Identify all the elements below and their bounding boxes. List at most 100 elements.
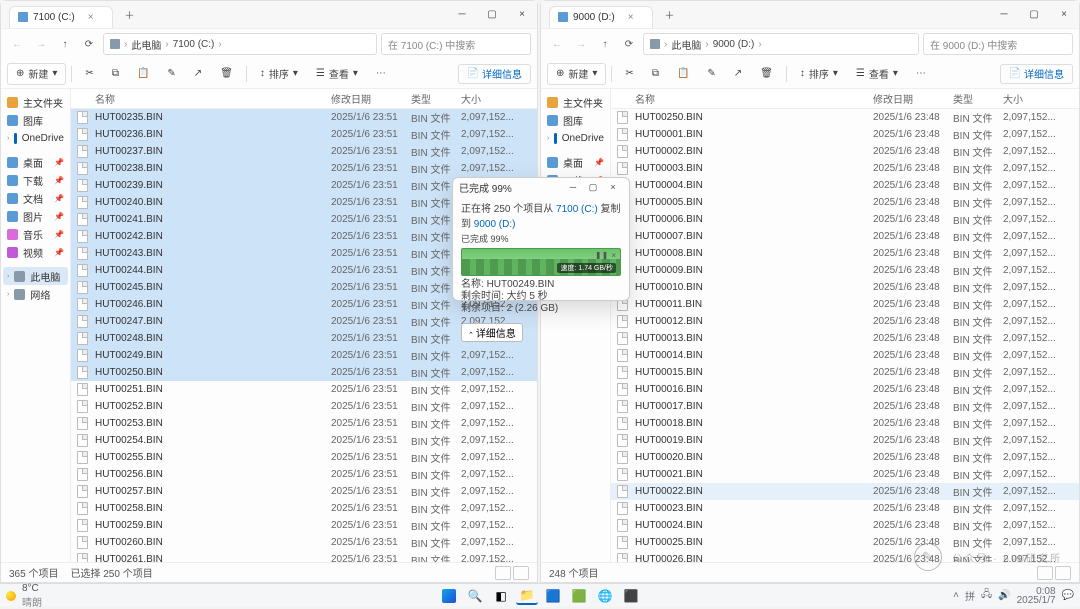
file-row[interactable]: HUT00008.BIN2025/1/6 23:48BIN 文件2,097,15… — [611, 245, 1079, 262]
file-row[interactable]: HUT00020.BIN2025/1/6 23:48BIN 文件2,097,15… — [611, 449, 1079, 466]
taskbar-app[interactable]: 🟦 — [542, 587, 564, 605]
file-row[interactable]: HUT00252.BIN2025/1/6 23:51BIN 文件2,097,15… — [71, 398, 537, 415]
tray-chevron-icon[interactable]: ˄ — [953, 590, 959, 601]
delete-button[interactable]: 🗑 — [752, 63, 781, 85]
file-row[interactable]: HUT00003.BIN2025/1/6 23:48BIN 文件2,097,15… — [611, 160, 1079, 177]
file-row[interactable]: HUT00235.BIN2025/1/6 23:51BIN 文件2,097,15… — [71, 109, 537, 126]
sidebar-item-desktop[interactable]: 桌面📌 — [3, 153, 68, 171]
rename-button[interactable]: ✎ — [699, 63, 723, 85]
file-row[interactable]: HUT00018.BIN2025/1/6 23:48BIN 文件2,097,15… — [611, 415, 1079, 432]
view-grid-icon[interactable] — [1055, 566, 1071, 580]
file-row[interactable]: HUT00002.BIN2025/1/6 23:48BIN 文件2,097,15… — [611, 143, 1079, 160]
file-row[interactable]: HUT00023.BIN2025/1/6 23:48BIN 文件2,097,15… — [611, 500, 1079, 517]
sidebar-item-home[interactable]: 主文件夹 — [3, 93, 68, 111]
close-button[interactable]: × — [1049, 1, 1079, 29]
taskbar-app[interactable]: ⬛ — [620, 587, 642, 605]
file-row[interactable]: HUT00250.BIN2025/1/6 23:48BIN 文件2,097,15… — [611, 109, 1079, 126]
cut-button[interactable]: ✂ — [617, 63, 641, 85]
minimize-button[interactable]: ─ — [447, 1, 477, 29]
view-button[interactable]: ☰查看▾ — [848, 63, 906, 85]
fewer-details-button[interactable]: ⌃ 详细信息 — [461, 323, 523, 342]
file-row[interactable]: HUT00012.BIN2025/1/6 23:48BIN 文件2,097,15… — [611, 313, 1079, 330]
view-grid-icon[interactable] — [513, 566, 529, 580]
file-row[interactable]: HUT00254.BIN2025/1/6 23:51BIN 文件2,097,15… — [71, 432, 537, 449]
file-row[interactable]: HUT00026.BIN2025/1/6 23:48BIN 文件2,097,15… — [611, 551, 1079, 562]
taskbar-explorer[interactable]: 📁 — [516, 587, 538, 605]
sidebar-item-downloads[interactable]: 下载📌 — [3, 171, 68, 189]
more-button[interactable]: ⋯ — [908, 63, 934, 85]
back-button[interactable]: ← — [7, 34, 27, 54]
maximize-button[interactable]: ▢ — [1019, 1, 1049, 29]
copy-button[interactable]: ⧉ — [104, 63, 127, 85]
rename-button[interactable]: ✎ — [159, 63, 183, 85]
new-tab-button[interactable]: ＋ — [659, 5, 681, 24]
details-pane-button[interactable]: 📄详细信息 — [1000, 64, 1073, 84]
crumb-drive[interactable]: 7100 (C:) — [173, 39, 215, 50]
tray-volume-icon[interactable]: 🔊 — [998, 590, 1010, 601]
share-button[interactable]: ↗ — [726, 63, 750, 85]
sidebar-item-onedrive[interactable]: ›OneDrive — [543, 129, 608, 147]
sidebar-item-network[interactable]: ›网络 — [3, 285, 68, 303]
file-row[interactable]: HUT00011.BIN2025/1/6 23:48BIN 文件2,097,15… — [611, 296, 1079, 313]
file-row[interactable]: HUT00021.BIN2025/1/6 23:48BIN 文件2,097,15… — [611, 466, 1079, 483]
notifications-button[interactable]: 💬 — [1062, 590, 1074, 601]
sidebar-item-thispc[interactable]: ›此电脑 — [3, 267, 68, 285]
file-row[interactable]: HUT00017.BIN2025/1/6 23:48BIN 文件2,097,15… — [611, 398, 1079, 415]
file-row[interactable]: HUT00025.BIN2025/1/6 23:48BIN 文件2,097,15… — [611, 534, 1079, 551]
taskbar-clock[interactable]: 0:082025/1/7 — [1017, 587, 1056, 605]
dialog-titlebar[interactable]: 已完成 99% ─ ▢ × — [453, 178, 629, 196]
breadcrumb[interactable]: › 此电脑 › 7100 (C:) › — [103, 33, 377, 55]
breadcrumb[interactable]: › 此电脑 › 9000 (D:) › — [643, 33, 919, 55]
file-row[interactable]: HUT00015.BIN2025/1/6 23:48BIN 文件2,097,15… — [611, 364, 1079, 381]
file-row[interactable]: HUT00259.BIN2025/1/6 23:51BIN 文件2,097,15… — [71, 517, 537, 534]
file-row[interactable]: HUT00016.BIN2025/1/6 23:48BIN 文件2,097,15… — [611, 381, 1079, 398]
delete-button[interactable]: 🗑 — [212, 63, 241, 85]
taskbar-app[interactable]: 🟩 — [568, 587, 590, 605]
refresh-button[interactable]: ⟳ — [79, 34, 99, 54]
file-row[interactable]: HUT00255.BIN2025/1/6 23:51BIN 文件2,097,15… — [71, 449, 537, 466]
file-row[interactable]: HUT00001.BIN2025/1/6 23:48BIN 文件2,097,15… — [611, 126, 1079, 143]
taskbar-tray[interactable]: ˄ 拼 🖧 🔊 0:082025/1/7 💬 — [953, 587, 1074, 605]
file-row[interactable]: HUT00253.BIN2025/1/6 23:51BIN 文件2,097,15… — [71, 415, 537, 432]
file-row[interactable]: HUT00236.BIN2025/1/6 23:51BIN 文件2,097,15… — [71, 126, 537, 143]
file-row[interactable]: HUT00261.BIN2025/1/6 23:51BIN 文件2,097,15… — [71, 551, 537, 562]
tray-ime-icon[interactable]: 拼 — [965, 588, 975, 603]
minimize-button[interactable]: ─ — [989, 1, 1019, 29]
file-row[interactable]: HUT00007.BIN2025/1/6 23:48BIN 文件2,097,15… — [611, 228, 1079, 245]
sort-button[interactable]: ↕排序▾ — [792, 63, 846, 85]
sidebar-item-gallery[interactable]: 图库 — [3, 111, 68, 129]
up-button[interactable]: ↑ — [55, 34, 75, 54]
sort-button[interactable]: ↕排序▾ — [252, 63, 306, 85]
forward-button[interactable]: → — [31, 34, 51, 54]
search-input[interactable]: 在 7100 (C:) 中搜索 — [381, 33, 531, 55]
file-row[interactable]: HUT00009.BIN2025/1/6 23:48BIN 文件2,097,15… — [611, 262, 1079, 279]
file-row[interactable]: HUT00257.BIN2025/1/6 23:51BIN 文件2,097,15… — [71, 483, 537, 500]
file-row[interactable]: HUT00022.BIN2025/1/6 23:48BIN 文件2,097,15… — [611, 483, 1079, 500]
file-row[interactable]: HUT00250.BIN2025/1/6 23:51BIN 文件2,097,15… — [71, 364, 537, 381]
paste-button[interactable]: 📋 — [669, 63, 697, 85]
file-row[interactable]: HUT00260.BIN2025/1/6 23:51BIN 文件2,097,15… — [71, 534, 537, 551]
file-row[interactable]: HUT00258.BIN2025/1/6 23:51BIN 文件2,097,15… — [71, 500, 537, 517]
file-row[interactable]: HUT00005.BIN2025/1/6 23:48BIN 文件2,097,15… — [611, 194, 1079, 211]
tray-network-icon[interactable]: 🖧 — [981, 587, 992, 604]
paste-button[interactable]: 📋 — [129, 63, 157, 85]
share-button[interactable]: ↗ — [186, 63, 210, 85]
taskbar-edge[interactable]: 🌐 — [594, 587, 616, 605]
sidebar-item-onedrive[interactable]: ›OneDrive — [3, 129, 68, 147]
sidebar-item-music[interactable]: 音乐📌 — [3, 225, 68, 243]
taskbar-search[interactable]: 🔍 — [464, 587, 486, 605]
cut-button[interactable]: ✂ — [77, 63, 101, 85]
file-row[interactable]: HUT00010.BIN2025/1/6 23:48BIN 文件2,097,15… — [611, 279, 1079, 296]
window-tab[interactable]: 7100 (C:) × — [9, 6, 113, 28]
file-row[interactable]: HUT00014.BIN2025/1/6 23:48BIN 文件2,097,15… — [611, 347, 1079, 364]
crumb-drive[interactable]: 9000 (D:) — [713, 39, 755, 50]
refresh-button[interactable]: ⟳ — [619, 34, 639, 54]
copy-button[interactable]: ⧉ — [644, 63, 667, 85]
up-button[interactable]: ↑ — [595, 34, 615, 54]
close-button[interactable]: × — [603, 178, 623, 196]
sidebar-item-videos[interactable]: 视频📌 — [3, 243, 68, 261]
file-row[interactable]: HUT00238.BIN2025/1/6 23:51BIN 文件2,097,15… — [71, 160, 537, 177]
window-tab[interactable]: 9000 (D:) × — [549, 6, 653, 28]
maximize-button[interactable]: ▢ — [583, 178, 603, 196]
new-button[interactable]: ⊕新建▾ — [547, 63, 606, 85]
